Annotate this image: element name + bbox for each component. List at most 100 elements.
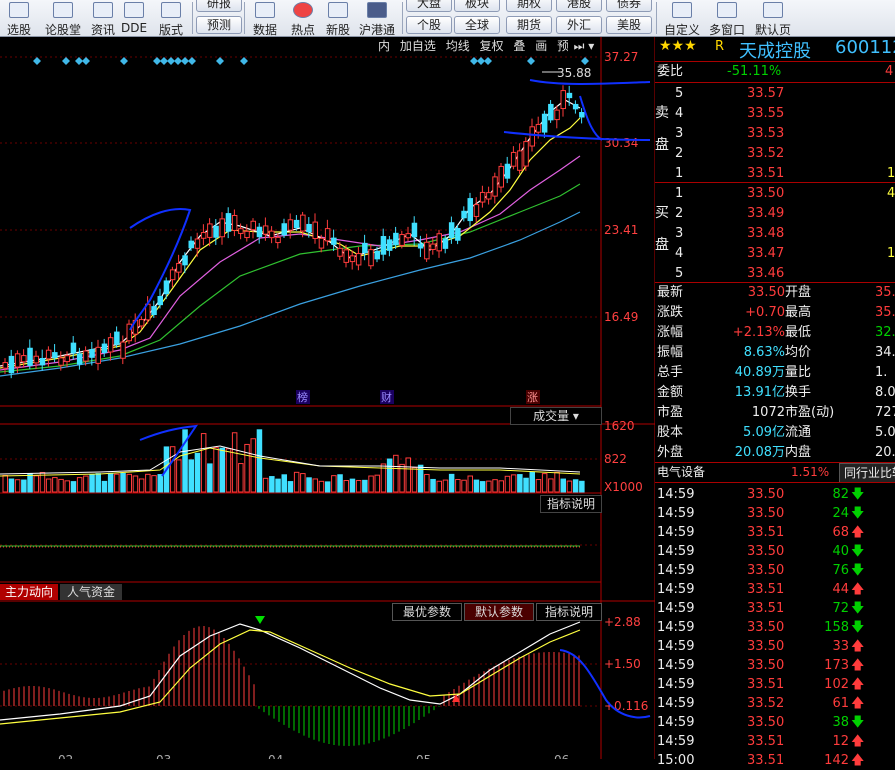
stat-label: 振幅 (657, 345, 684, 360)
buy-level-row[interactable]: 2 33.49 (655, 204, 895, 224)
individual-stock-button[interactable]: 个股 (406, 16, 452, 34)
toolbar-item-hk-connect[interactable]: 沪港通 (356, 0, 398, 37)
candle-body (2, 362, 8, 369)
volume-bar (169, 446, 176, 493)
volume-bar (188, 459, 194, 493)
volume-bar (132, 475, 139, 493)
arrow-up-icon: 🡅 (851, 677, 865, 692)
options-button[interactable]: 期权 (506, 0, 552, 12)
toolbar-item-stock-picker[interactable]: 选股 (2, 0, 36, 37)
sell-level-row[interactable]: 4 33.55 (655, 104, 895, 124)
research-report-button[interactable]: 研报 (196, 0, 242, 12)
quote-stat-row: 振幅 8.63% 均价 34. (655, 343, 895, 363)
volume-bar (64, 480, 70, 493)
candle-body (238, 228, 244, 234)
collapse-panel-icon[interactable]: ⏭ ▾ (568, 37, 600, 55)
toolbar-item-layout[interactable]: 版式 (154, 0, 188, 37)
volume-bar (349, 478, 356, 493)
toolbar-item-hot[interactable]: 热点 (288, 0, 318, 37)
weibi-extra: 4 (885, 64, 894, 79)
buy-level-row[interactable]: 1 33.50 4 (655, 184, 895, 204)
tick-row: 14:59 33.51 102 🡅 (655, 675, 895, 694)
menu-item-overlay[interactable]: 叠 (513, 39, 525, 53)
toolbar-item-custom[interactable]: 自定义 (662, 0, 702, 37)
menu-item-inner[interactable]: 内 (378, 39, 390, 53)
candle-body (405, 233, 411, 239)
sell-level-row[interactable]: 1 33.51 1 (655, 164, 895, 184)
market-button[interactable]: 大盘 (406, 0, 452, 12)
toolbar-item-news[interactable]: 资讯 (88, 0, 118, 37)
global-button[interactable]: 全球 (454, 16, 500, 34)
level-price: 33.49 (747, 206, 785, 221)
tab-main-force[interactable]: 主力动向 (0, 584, 58, 600)
buy-level-row[interactable]: 5 33.46 (655, 264, 895, 284)
tick-trades-list[interactable]: 14:59 33.50 82 🡇 14:59 33.50 24 🡇 14:59 33.51 68 🡅 1… (655, 483, 895, 768)
volume-indicator-select[interactable]: 成交量 ▾ (510, 407, 602, 425)
volume-bar (318, 480, 325, 493)
event-marker-finance[interactable]: 财 (381, 390, 392, 404)
tick-time: 14:59 (657, 563, 695, 578)
volume-bar (138, 478, 145, 493)
stat-value: 8.0 (875, 385, 895, 400)
futures-button[interactable]: 期货 (506, 16, 552, 34)
event-marker-limit-up[interactable]: 涨 (527, 391, 538, 404)
r-badge: R (715, 39, 725, 54)
hot-icon (293, 2, 313, 18)
candle-body (306, 223, 312, 233)
volume-bar (337, 474, 343, 493)
tick-time: 14:59 (657, 658, 695, 673)
menu-item-adjust[interactable]: 复权 (480, 39, 504, 53)
arrow-up-icon: 🡅 (851, 753, 865, 768)
tab-popularity-funds[interactable]: 人气资金 (60, 584, 122, 600)
toolbar-item-dde[interactable]: DDE (120, 0, 148, 36)
industry-compare-button[interactable]: 同行业比较 (839, 463, 895, 483)
hk-stock-button[interactable]: 港股 (556, 0, 602, 12)
sell-level-row[interactable]: 5 33.57 (655, 84, 895, 104)
top-toolbar: 选股 论股堂 资讯 DDE 版式 研报 预测 数据 热点 新股 沪港通 大盘 个… (0, 0, 895, 37)
sell-level-row[interactable]: 3 33.53 (655, 124, 895, 144)
volume-help-button[interactable]: 指标说明 (540, 495, 602, 513)
candle-body (399, 234, 405, 246)
industry-name[interactable]: 电气设备 (657, 463, 705, 481)
forum-icon (53, 2, 73, 18)
volume-bar (95, 473, 101, 493)
tick-time: 14:59 (657, 506, 695, 521)
tick-row: 14:59 33.51 12 🡅 (655, 732, 895, 751)
volume-bar (579, 480, 585, 493)
sector-button[interactable]: 板块 (454, 0, 500, 12)
tick-row: 14:59 33.52 61 🡅 (655, 694, 895, 713)
candle-body (523, 141, 529, 167)
toolbar-item-default-page[interactable]: 默认页 (752, 0, 794, 37)
bond-button[interactable]: 债券 (606, 0, 652, 12)
candle-body (331, 237, 337, 245)
toolbar-item-multi-window[interactable]: 多窗口 (706, 0, 748, 37)
arrow-down-icon: 🡇 (851, 544, 865, 559)
menu-item-draw[interactable]: 画 (535, 39, 547, 53)
candle-body (231, 214, 238, 231)
buy-level-row[interactable]: 3 33.48 (655, 224, 895, 244)
tick-volume: 72 (832, 601, 849, 616)
menu-item-add-favorite[interactable]: 加自选 (400, 39, 436, 53)
tick-price: 33.51 (747, 753, 785, 768)
toolbar-item-data[interactable]: 数据 (250, 0, 280, 37)
quote-stat-row: 涨幅 +2.13% 最低 32. (655, 323, 895, 343)
kline-chart-area[interactable]: 37.27 30.34 23.41 16.49 1620 822 X1000 +… (0, 37, 655, 759)
forecast-button[interactable]: 预测 (196, 16, 242, 34)
optimal-params-button[interactable]: 最优参数 (392, 603, 462, 621)
menu-item-ma[interactable]: 均线 (446, 39, 470, 53)
toolbar-item-new-stock[interactable]: 新股 (322, 0, 354, 37)
level-number: 3 (675, 226, 684, 241)
default-params-button[interactable]: 默认参数 (464, 603, 534, 621)
candle-body (374, 250, 380, 260)
macd-help-button[interactable]: 指标说明 (536, 603, 602, 621)
us-stock-button[interactable]: 美股 (606, 16, 652, 34)
candle-body (225, 213, 232, 232)
toolbar-item-forum[interactable]: 论股堂 (40, 0, 86, 37)
sell-level-row[interactable]: 2 33.52 (655, 144, 895, 164)
event-marker-ranking[interactable]: 榜 (297, 390, 308, 404)
candle-body (281, 223, 287, 236)
stat-value: 13.91亿 (734, 385, 785, 400)
forex-button[interactable]: 外汇 (556, 16, 602, 34)
stat-value: 1. (875, 365, 888, 380)
buy-level-row[interactable]: 4 33.47 1 (655, 244, 895, 264)
